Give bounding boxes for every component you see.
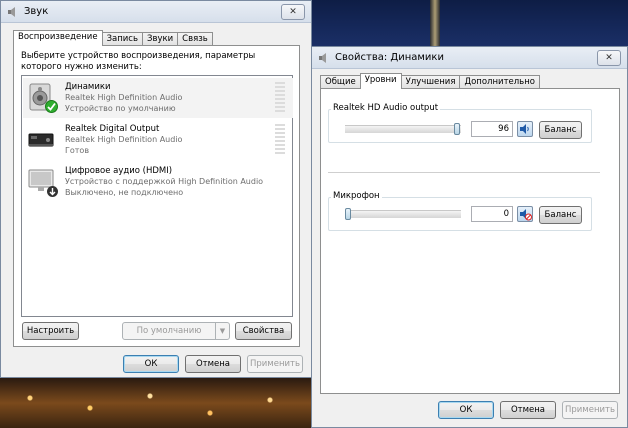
tab-playback[interactable]: Воспроизведение (13, 30, 103, 46)
chevron-down-icon[interactable]: ▼ (215, 323, 229, 339)
close-icon[interactable]: ✕ (281, 3, 305, 20)
tab-general[interactable]: Общие (320, 75, 361, 89)
sound-dialog: Звук ✕ Воспроизведение Запись Звуки Связ… (0, 0, 312, 378)
device-driver: Устройство с поддержкой High Definition … (65, 177, 264, 186)
default-check-icon (45, 100, 58, 113)
apply-button[interactable]: Применить (562, 401, 618, 419)
microphone-volume-value[interactable]: 0 (471, 206, 513, 222)
apply-button[interactable]: Применить (247, 355, 303, 373)
device-list: Динамики Realtek High Definition Audio У… (21, 75, 293, 317)
disconnected-arrow-icon (47, 186, 58, 197)
levels-divider (328, 172, 600, 173)
microphone-volume-slider-thumb[interactable] (345, 208, 351, 220)
sound-tabs: Воспроизведение Запись Звуки Связь (13, 30, 213, 46)
device-name: Цифровое аудио (HDMI) (65, 166, 173, 176)
output-volume-slider-track[interactable] (345, 125, 461, 133)
device-status: Устройство по умолчанию (65, 104, 176, 113)
properties-dialog-title: Свойства: Динамики (335, 52, 444, 63)
properties-dialog-titlebar[interactable]: Свойства: Динамики ✕ (312, 47, 627, 69)
speaker-title-icon (7, 6, 19, 18)
level-meter (275, 82, 285, 114)
tab-enhancements[interactable]: Улучшения (400, 75, 461, 89)
output-level-label: Realtek HD Audio output (331, 103, 441, 113)
set-default-split-button[interactable]: По умолчанию ▼ (122, 322, 230, 340)
tab-sounds[interactable]: Звуки (142, 32, 179, 46)
ok-button[interactable]: ОК (123, 355, 179, 373)
properties-tabs: Общие Уровни Улучшения Дополнительно (320, 73, 540, 89)
output-speaker-icon[interactable] (517, 121, 533, 137)
playback-panel: Выберите устройство воспроизведения, пар… (13, 45, 300, 347)
device-name: Realtek Digital Output (65, 124, 160, 134)
output-balance-button[interactable]: Баланс (539, 121, 582, 139)
digital-output-icon (27, 124, 57, 154)
sound-dialog-title: Звук (24, 6, 49, 17)
desktop-background-top (310, 0, 628, 46)
configure-button[interactable]: Настроить (22, 322, 79, 340)
desktop-background-bottom (0, 378, 312, 428)
speaker-title-icon (318, 52, 330, 64)
microphone-level-label: Микрофон (331, 191, 382, 201)
levels-panel: Realtek HD Audio output 96 Баланс Микроф… (320, 88, 620, 394)
device-driver: Realtek High Definition Audio (65, 93, 183, 102)
tab-recording[interactable]: Запись (101, 32, 143, 46)
close-icon[interactable]: ✕ (597, 49, 621, 66)
device-name: Динамики (65, 82, 111, 92)
instruction-text: Выберите устройство воспроизведения, пар… (21, 51, 256, 72)
device-status: Выключено, не подключено (65, 188, 184, 197)
output-volume-slider-thumb[interactable] (454, 123, 460, 135)
ok-button[interactable]: ОК (438, 401, 494, 419)
device-driver: Realtek High Definition Audio (65, 135, 183, 144)
cancel-button[interactable]: Отмена (185, 355, 241, 373)
set-default-label[interactable]: По умолчанию (123, 323, 215, 339)
desktop-tower-detail (430, 0, 440, 46)
microphone-volume-slider-track[interactable] (345, 210, 461, 218)
output-volume-value[interactable]: 96 (471, 121, 513, 137)
microphone-balance-button[interactable]: Баланс (539, 206, 582, 224)
tab-communications[interactable]: Связь (177, 32, 213, 46)
cancel-button[interactable]: Отмена (500, 401, 556, 419)
device-item-speakers[interactable]: Динамики Realtek High Definition Audio У… (23, 78, 293, 118)
tab-levels[interactable]: Уровни (359, 73, 402, 89)
microphone-muted-speaker-icon[interactable] (517, 206, 533, 222)
level-meter (275, 124, 285, 156)
tab-advanced[interactable]: Дополнительно (459, 75, 540, 89)
properties-button[interactable]: Свойства (235, 322, 292, 340)
device-status: Готов (65, 146, 90, 155)
properties-dialog: Свойства: Динамики ✕ Общие Уровни Улучше… (311, 46, 628, 428)
device-item-digital-output[interactable]: Realtek Digital Output Realtek High Defi… (23, 120, 293, 160)
device-item-hdmi[interactable]: Цифровое аудио (HDMI) Устройство с подде… (23, 162, 293, 202)
sound-dialog-titlebar[interactable]: Звук ✕ (1, 1, 311, 23)
